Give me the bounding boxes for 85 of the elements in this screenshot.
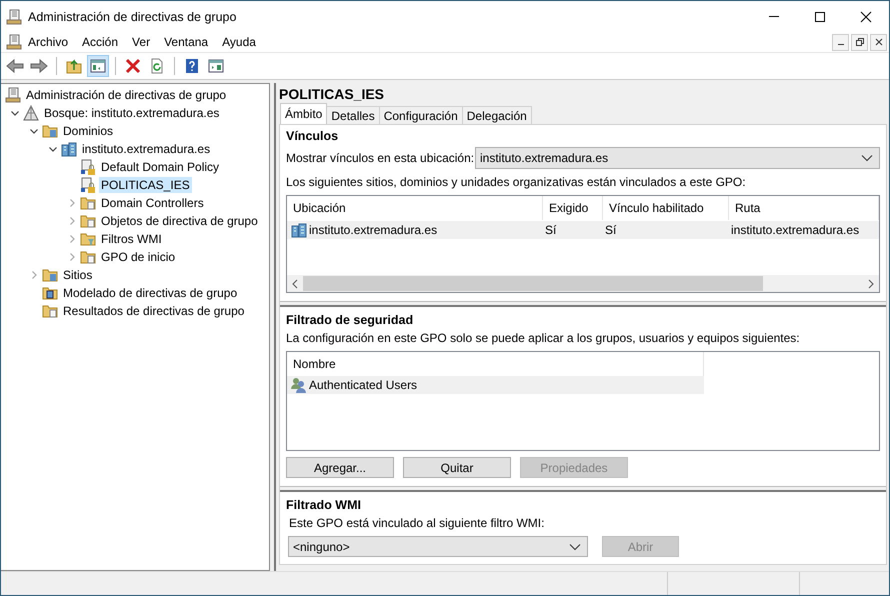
window-pane-icon bbox=[90, 58, 106, 74]
menu-item[interactable]: Ayuda bbox=[222, 35, 264, 49]
restore-icon bbox=[856, 38, 864, 46]
folder-icon bbox=[80, 231, 96, 247]
refresh-icon bbox=[149, 58, 165, 74]
folder-icon bbox=[80, 195, 96, 211]
description-text: La configuración en este GPO solo se puede aplicar a los grupos, usuarios y equipos siguientes: bbox=[286, 331, 801, 345]
tree-item[interactable]: Sitios bbox=[61, 267, 94, 283]
tree-item[interactable]: Domain Controllers bbox=[99, 195, 206, 211]
tree-item[interactable]: Bosque: instituto.extremadura.es bbox=[42, 105, 222, 121]
column-header[interactable]: Vínculo habilitado bbox=[603, 196, 729, 220]
collapse-chevron-icon[interactable] bbox=[10, 108, 20, 118]
column-header[interactable]: Ruta bbox=[729, 196, 879, 220]
column-header[interactable]: Ubicación bbox=[287, 196, 543, 220]
location-dropdown[interactable]: instituto.extremadura.es bbox=[475, 147, 880, 169]
group-row[interactable]: Authenticated Users bbox=[287, 376, 704, 394]
link-row[interactable]: instituto.extremadura.es Sí Sí instituto.extremadura.es bbox=[287, 221, 879, 239]
tab[interactable]: Delegación bbox=[462, 106, 532, 124]
policy-lock-icon bbox=[80, 177, 96, 193]
column-header[interactable]: Exigido bbox=[543, 196, 603, 220]
console-icon bbox=[6, 8, 22, 24]
close-icon bbox=[860, 10, 872, 22]
policy-lock-icon bbox=[80, 159, 96, 175]
menu-item[interactable]: Ver bbox=[132, 35, 158, 49]
scroll-right-icon bbox=[867, 278, 875, 288]
menu-item[interactable]: Acción bbox=[82, 35, 126, 49]
buildings-icon bbox=[291, 222, 307, 238]
window-pane-icon bbox=[208, 58, 224, 74]
tree-item[interactable]: Resultados de directivas de grupo bbox=[61, 303, 246, 319]
maximize-icon bbox=[814, 10, 826, 22]
folder-icon bbox=[42, 303, 58, 319]
minimize-icon bbox=[838, 44, 844, 45]
window-title: Administración de directivas de grupo bbox=[28, 10, 238, 24]
help-icon bbox=[184, 58, 200, 74]
console-icon bbox=[5, 87, 21, 103]
restore-button[interactable] bbox=[851, 34, 868, 50]
right-arrow-icon bbox=[30, 58, 48, 74]
action-button[interactable]: Agregar... bbox=[286, 457, 394, 478]
collapse-chevron-icon[interactable] bbox=[48, 144, 58, 154]
folder-icon bbox=[42, 123, 58, 139]
gpo-title: POLITICAS_IES bbox=[279, 85, 386, 104]
section-heading: Vínculos bbox=[286, 129, 340, 143]
table-cell: instituto.extremadura.es bbox=[309, 223, 438, 237]
triangle-icon bbox=[23, 105, 39, 121]
section-heading: Filtrado WMI bbox=[286, 498, 362, 512]
tree-item[interactable]: POLITICAS_IES bbox=[99, 177, 192, 193]
tree-item[interactable]: Filtros WMI bbox=[99, 231, 164, 247]
field-label: Mostrar vínculos en esta ubicación: bbox=[286, 151, 474, 165]
table-cell: Sí bbox=[605, 223, 616, 237]
table-cell: Authenticated Users bbox=[309, 378, 418, 392]
menu-item[interactable]: Ventana bbox=[164, 35, 216, 49]
folder-icon bbox=[80, 249, 96, 265]
tree-item[interactable]: instituto.extremadura.es bbox=[80, 141, 212, 157]
tree-item[interactable]: Modelado de directivas de grupo bbox=[61, 285, 240, 301]
tree-item[interactable]: GPO de inicio bbox=[99, 249, 178, 265]
action-button[interactable]: Quitar bbox=[403, 457, 511, 478]
buildings-icon bbox=[61, 141, 77, 157]
description-text: Este GPO está vinculado al siguiente filtro WMI: bbox=[288, 516, 546, 530]
tab[interactable]: Configuración bbox=[378, 106, 463, 124]
left-arrow-icon bbox=[6, 58, 24, 74]
description-text: Los siguientes sitios, dominios y unidades organizativas están vinculados a este GPO: bbox=[286, 175, 747, 189]
close-icon bbox=[874, 38, 882, 46]
modeling-icon bbox=[42, 285, 58, 301]
tab[interactable]: Ámbito bbox=[280, 103, 328, 124]
menu-item[interactable]: Archivo bbox=[28, 35, 76, 49]
tree-item[interactable]: Dominios bbox=[61, 123, 116, 139]
delete-icon bbox=[125, 58, 141, 74]
table-cell: instituto.extremadura.es bbox=[731, 223, 860, 237]
scroll-left-icon bbox=[291, 278, 299, 288]
tree-item[interactable]: Administración de directivas de grupo bbox=[24, 87, 228, 103]
users-icon bbox=[291, 377, 307, 393]
tree-item[interactable]: Objetos de directiva de grupo bbox=[99, 213, 260, 229]
console-tree-button[interactable] bbox=[87, 55, 109, 77]
close-button[interactable] bbox=[870, 34, 887, 50]
folder-up-icon bbox=[66, 58, 82, 74]
wmi-filter-dropdown[interactable]: <ninguno> bbox=[288, 536, 588, 557]
section-heading: Filtrado de seguridad bbox=[286, 313, 414, 327]
tree-item[interactable]: Default Domain Policy bbox=[99, 159, 222, 175]
table-cell: Sí bbox=[545, 223, 556, 237]
minimize-icon bbox=[769, 16, 779, 17]
minimize-button[interactable] bbox=[832, 34, 849, 50]
collapse-chevron-icon[interactable] bbox=[29, 126, 39, 136]
horizontal-scrollbar[interactable] bbox=[287, 275, 879, 292]
folder-icon bbox=[42, 267, 58, 283]
folder-icon bbox=[80, 213, 96, 229]
